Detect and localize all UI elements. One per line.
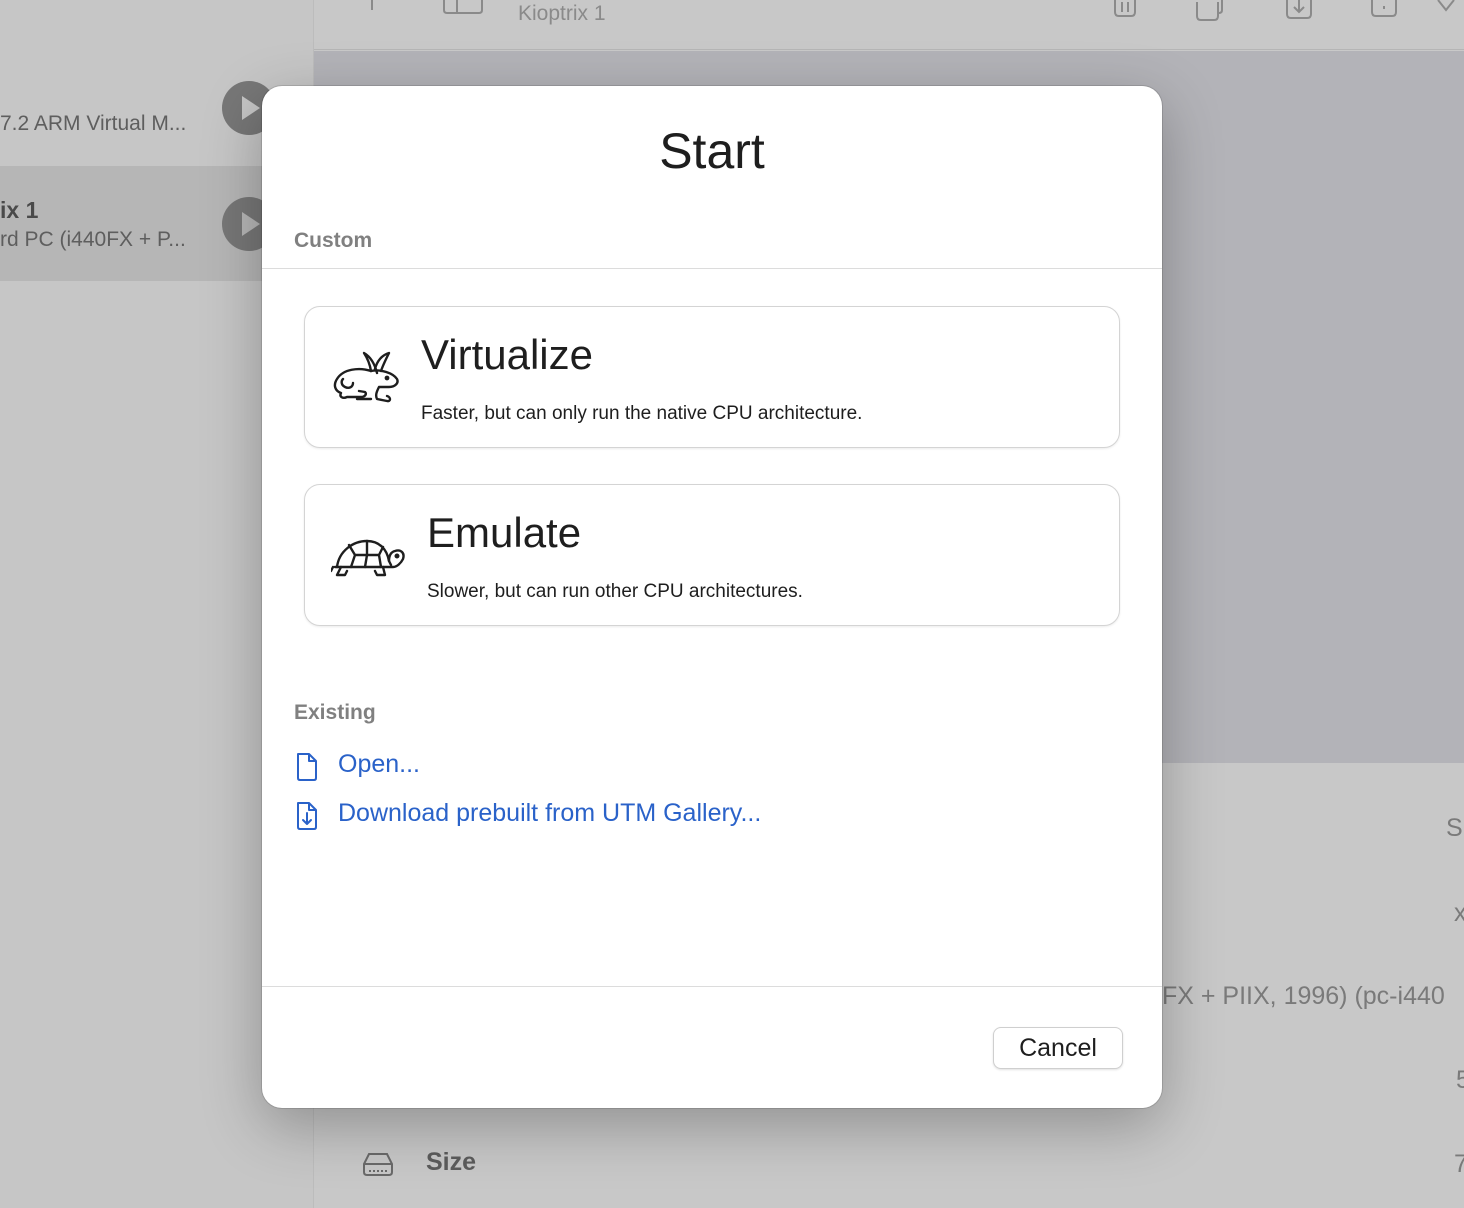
toolbar-title: Kioptrix 1 [518, 2, 606, 25]
share-icon[interactable] [1369, 0, 1399, 18]
drive-icon [363, 1153, 393, 1176]
emulate-title: Emulate [427, 509, 582, 556]
dialog-title: Start [659, 123, 765, 179]
clone-icon[interactable] [1194, 0, 1230, 22]
detail-value: x [1454, 899, 1464, 927]
more-icon[interactable] [1436, 0, 1464, 14]
size-label: Size [426, 1148, 477, 1176]
detail-value: 5 [1456, 1066, 1464, 1094]
custom-section-label: Custom [294, 229, 373, 252]
emulate-description: Slower, but can run other CPU architectu… [427, 581, 803, 602]
sidebar-toggle-icon[interactable] [442, 0, 484, 16]
virtualize-button[interactable]: Virtualize Faster, but can only run the … [304, 306, 1120, 448]
vm-title: ix 1 [0, 197, 39, 223]
document-icon [297, 753, 317, 781]
start-dialog: Start Custom Virtualize Faster, but can … [262, 86, 1162, 1108]
cancel-button[interactable]: Cancel [993, 1027, 1123, 1069]
turtle-icon [331, 539, 405, 577]
trash-icon[interactable] [1112, 0, 1138, 18]
vm-subtitle: rd PC (i440FX + P... [0, 228, 186, 251]
emulate-button[interactable]: Emulate Slower, but can run other CPU ar… [304, 484, 1120, 626]
virtualize-title: Virtualize [421, 331, 593, 378]
play-icon [242, 212, 260, 236]
toolbar: Kioptrix 1 [314, 0, 1464, 50]
add-icon[interactable] [362, 0, 382, 14]
document-download-icon [297, 802, 317, 830]
divider [262, 268, 1162, 269]
detail-value: 7 [1454, 1150, 1464, 1178]
rabbit-icon [333, 351, 399, 403]
virtualize-description: Faster, but can only run the native CPU … [421, 403, 863, 424]
divider [262, 986, 1162, 987]
play-icon [242, 96, 260, 120]
detail-value: S [1446, 814, 1463, 842]
download-icon[interactable] [1284, 0, 1314, 20]
existing-section-label: Existing [294, 701, 376, 724]
open-link-label: Open... [338, 750, 420, 778]
download-gallery-label: Download prebuilt from UTM Gallery... [338, 799, 762, 827]
machine-detail-value: FX + PIIX, 1996) (pc-i440 [1162, 982, 1445, 1010]
vm-subtitle: 7.2 ARM Virtual M... [0, 112, 187, 135]
